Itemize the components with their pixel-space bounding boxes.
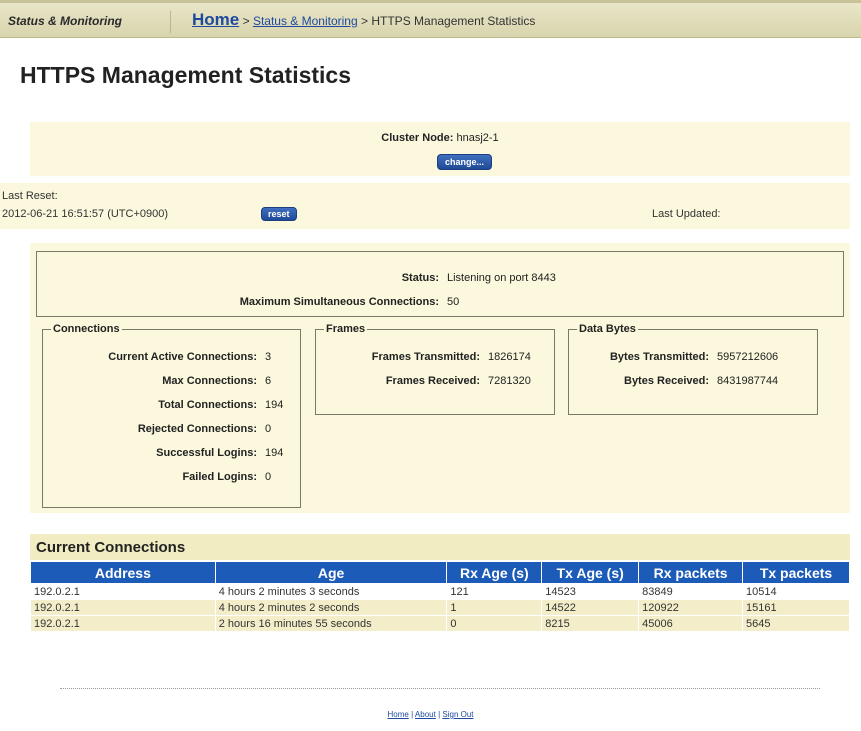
footer-about-link[interactable]: About (415, 710, 436, 719)
stat-row: Frames Received: 7281320 (316, 375, 554, 391)
stat-row: Bytes Received: 8431987744 (569, 375, 817, 391)
cluster-node-label: Cluster Node: (381, 132, 454, 144)
stat-row: Failed Logins: 0 (43, 471, 300, 487)
stat-value: 194 (265, 447, 284, 459)
reset-button[interactable]: reset (261, 207, 297, 221)
stat-row: Rejected Connections: 0 (43, 423, 300, 439)
last-updated-label: Last Updated: (652, 208, 721, 220)
table-row: 192.0.2.1 2 hours 16 minutes 55 seconds … (30, 615, 850, 632)
footer-home-link[interactable]: Home (387, 710, 408, 719)
cluster-node-value: hnasj2-1 (456, 132, 499, 144)
section-title: Status & Monitoring (8, 14, 122, 28)
footer-divider (60, 688, 820, 689)
stat-label: Bytes Received: (624, 375, 709, 387)
stat-row: Bytes Transmitted: 5957212606 (569, 351, 817, 367)
table-cell: 14523 (541, 583, 640, 600)
stat-value: 5957212606 (717, 351, 779, 363)
cluster-node-panel: Cluster Node: hnasj2-1 change... (30, 122, 850, 176)
stat-value: 0 (265, 471, 272, 483)
table-cell: 10514 (742, 583, 850, 600)
frames-legend: Frames (326, 323, 366, 335)
last-reset-value: 2012-06-21 16:51:57 (UTC+0900) (2, 208, 169, 220)
table-cell: 0 (446, 615, 543, 632)
status-value: Listening on port 8443 (447, 272, 556, 284)
table-cell: 4 hours 2 minutes 3 seconds (214, 583, 448, 600)
stat-value: 6 (265, 375, 272, 387)
column-header-age: Age (214, 561, 448, 584)
connections-legend: Connections (53, 323, 120, 335)
stat-label: Failed Logins: (182, 471, 257, 483)
stat-label: Current Active Connections: (108, 351, 257, 363)
stat-value: 1826174 (488, 351, 531, 363)
stat-value: 194 (265, 399, 284, 411)
stat-row: Successful Logins: 194 (43, 447, 300, 463)
status-label: Status: (401, 272, 439, 284)
column-header-rx-age: Rx Age (s) (446, 561, 543, 584)
breadcrumb-status-link[interactable]: Status & Monitoring (253, 14, 358, 28)
stat-label: Successful Logins: (156, 447, 257, 459)
footer-separator: | (438, 710, 441, 719)
statistics-panel: Status: Listening on port 8443 Maximum S… (30, 243, 850, 513)
table-cell: 2 hours 16 minutes 55 seconds (214, 615, 448, 632)
table-cell: 120922 (638, 599, 744, 616)
last-reset-label: Last Reset: (2, 190, 58, 202)
column-header-address: Address (30, 561, 216, 584)
top-bar: Status & Monitoring Home > Status & Moni… (0, 0, 861, 38)
table-cell: 8215 (541, 615, 640, 632)
stat-label: Rejected Connections: (137, 423, 257, 435)
stat-row: Max Connections: 6 (43, 375, 300, 391)
stat-label: Max Connections: (162, 375, 257, 387)
status-box: Status: Listening on port 8443 Maximum S… (36, 251, 844, 317)
table-cell: 4 hours 2 minutes 2 seconds (214, 599, 448, 616)
breadcrumb-separator: > (361, 14, 369, 28)
stat-row: Total Connections: 194 (43, 399, 300, 415)
breadcrumb-current: HTTPS Management Statistics (371, 14, 536, 28)
column-header-rx-packets: Rx packets (638, 561, 744, 584)
stat-value: 7281320 (488, 375, 531, 387)
stat-row: Frames Transmitted: 1826174 (316, 351, 554, 367)
data-bytes-legend: Data Bytes (579, 323, 636, 335)
table-cell: 192.0.2.1 (30, 599, 216, 616)
table-cell: 121 (446, 583, 543, 600)
breadcrumb: Home > Status & Monitoring > HTTPS Manag… (192, 10, 535, 30)
stat-value: 0 (265, 423, 272, 435)
table-cell: 192.0.2.1 (30, 615, 216, 632)
table-cell: 83849 (638, 583, 744, 600)
footer-sign-out-link[interactable]: Sign Out (442, 710, 473, 719)
max-simultaneous-value: 50 (447, 296, 460, 308)
table-cell: 192.0.2.1 (30, 583, 216, 600)
table-cell: 5645 (742, 615, 850, 632)
stat-row: Current Active Connections: 3 (43, 351, 300, 367)
footer-separator: | (411, 710, 414, 719)
frames-group: Frames Frames Transmitted: 1826174 Frame… (315, 323, 555, 415)
connections-group: Connections Current Active Connections: … (42, 323, 301, 508)
footer-links: Home | About | Sign Out (0, 710, 861, 719)
stat-value: 8431987744 (717, 375, 779, 387)
stat-value: 3 (265, 351, 272, 363)
stat-label: Frames Received: (385, 375, 480, 387)
table-cell: 14522 (541, 599, 640, 616)
table-cell: 15161 (742, 599, 850, 616)
stat-label: Bytes Transmitted: (609, 351, 709, 363)
current-connections-header: Current Connections (30, 534, 850, 560)
topbar-divider (170, 11, 171, 33)
stat-label: Total Connections: (158, 399, 257, 411)
page-title: HTTPS Management Statistics (20, 62, 352, 88)
breadcrumb-separator: > (242, 14, 250, 28)
table-header-row: Address Age Rx Age (s) Tx Age (s) Rx pac… (30, 561, 850, 584)
table-row: 192.0.2.1 4 hours 2 minutes 2 seconds 1 … (30, 599, 850, 616)
column-header-tx-packets: Tx packets (742, 561, 850, 584)
column-header-tx-age: Tx Age (s) (541, 561, 640, 584)
current-connections-title: Current Connections (36, 539, 186, 556)
change-node-button[interactable]: change... (437, 154, 493, 170)
breadcrumb-home-link[interactable]: Home (192, 10, 239, 29)
table-cell: 1 (446, 599, 543, 616)
table-row: 192.0.2.1 4 hours 2 minutes 3 seconds 12… (30, 583, 850, 600)
table-cell: 45006 (638, 615, 744, 632)
reset-panel: Last Reset: 2012-06-21 16:51:57 (UTC+090… (0, 183, 850, 229)
current-connections-table: Address Age Rx Age (s) Tx Age (s) Rx pac… (30, 561, 850, 632)
max-simultaneous-label: Maximum Simultaneous Connections: (239, 296, 439, 308)
data-bytes-group: Data Bytes Bytes Transmitted: 5957212606… (568, 323, 818, 415)
stat-label: Frames Transmitted: (371, 351, 480, 363)
